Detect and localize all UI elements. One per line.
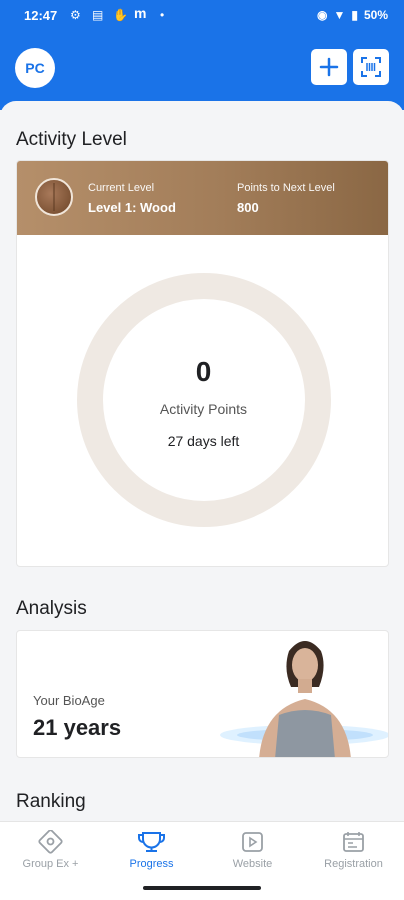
nav-label-website: Website [232, 858, 273, 870]
nav-item-registration[interactable]: Registration [303, 830, 404, 870]
analysis-title: Analysis [16, 598, 87, 619]
dot-icon: • [160, 8, 165, 22]
bioage-value: 21 years [33, 715, 122, 740]
days-left-label: 27 days left [167, 433, 240, 449]
status-bar: 12:47 ⚙ ▤ ✋ m • ◉ ▼ ▮ 50% [0, 0, 404, 32]
points-next-value: 800 [237, 200, 259, 215]
wood-level-icon [35, 178, 73, 216]
activity-points-value: 0 [195, 356, 212, 387]
nav-label-group-ex: Group Ex + [22, 858, 79, 870]
level-banner: Current Level Level 1: Wood Points to Ne… [17, 161, 388, 235]
activity-points-label: Activity Points [159, 401, 248, 417]
home-indicator[interactable] [143, 886, 261, 890]
bioage-person-illustration [220, 641, 388, 757]
add-button[interactable] [311, 49, 347, 85]
m-app-icon: m [134, 5, 147, 21]
content-sheet: Activity Level Current Level Level 1: Wo… [0, 101, 404, 821]
nav-label-progress: Progress [129, 858, 174, 870]
activity-level-title: Activity Level [16, 129, 127, 150]
trophy-icon [138, 832, 165, 852]
ranking-title: Ranking [16, 791, 86, 812]
hand-icon: ✋ [113, 8, 128, 22]
target-icon [38, 830, 63, 854]
scan-button[interactable] [353, 49, 389, 85]
status-time: 12:47 [24, 8, 58, 23]
calendar-icon [343, 832, 364, 852]
points-next-label: Points to Next Level [237, 182, 335, 194]
clipboard-icon: ▤ [92, 8, 104, 22]
battery-percent: 50% [363, 8, 388, 22]
bioage-label: Your BioAge [33, 693, 105, 708]
analysis-card[interactable]: Your BioAge 21 years [16, 630, 389, 758]
app-header: 12:47 ⚙ ▤ ✋ m • ◉ ▼ ▮ 50% PC [0, 0, 404, 110]
play-icon [242, 832, 263, 852]
activity-card[interactable]: Current Level Level 1: Wood Points to Ne… [16, 160, 389, 567]
current-level-value: Level 1: Wood [88, 200, 176, 215]
nav-label-registration: Registration [324, 858, 383, 870]
avatar[interactable]: PC [15, 48, 55, 88]
nav-item-progress[interactable]: Progress [101, 830, 202, 870]
settings-icon: ⚙ [70, 8, 81, 22]
eye-icon: ◉ [316, 8, 328, 22]
barcode-scan-icon [361, 57, 381, 77]
plus-icon [319, 57, 339, 77]
current-level-label: Current Level [88, 182, 155, 194]
wifi-icon: ▼ [333, 8, 346, 22]
nav-item-group-ex[interactable]: Group Ex + [0, 830, 101, 870]
battery-icon: ▮ [351, 8, 358, 22]
nav-item-website[interactable]: Website [202, 830, 303, 870]
status-right: ◉ ▼ ▮ 50% [317, 8, 388, 22]
avatar-initials: PC [25, 60, 45, 76]
activity-progress-ring [77, 273, 331, 527]
